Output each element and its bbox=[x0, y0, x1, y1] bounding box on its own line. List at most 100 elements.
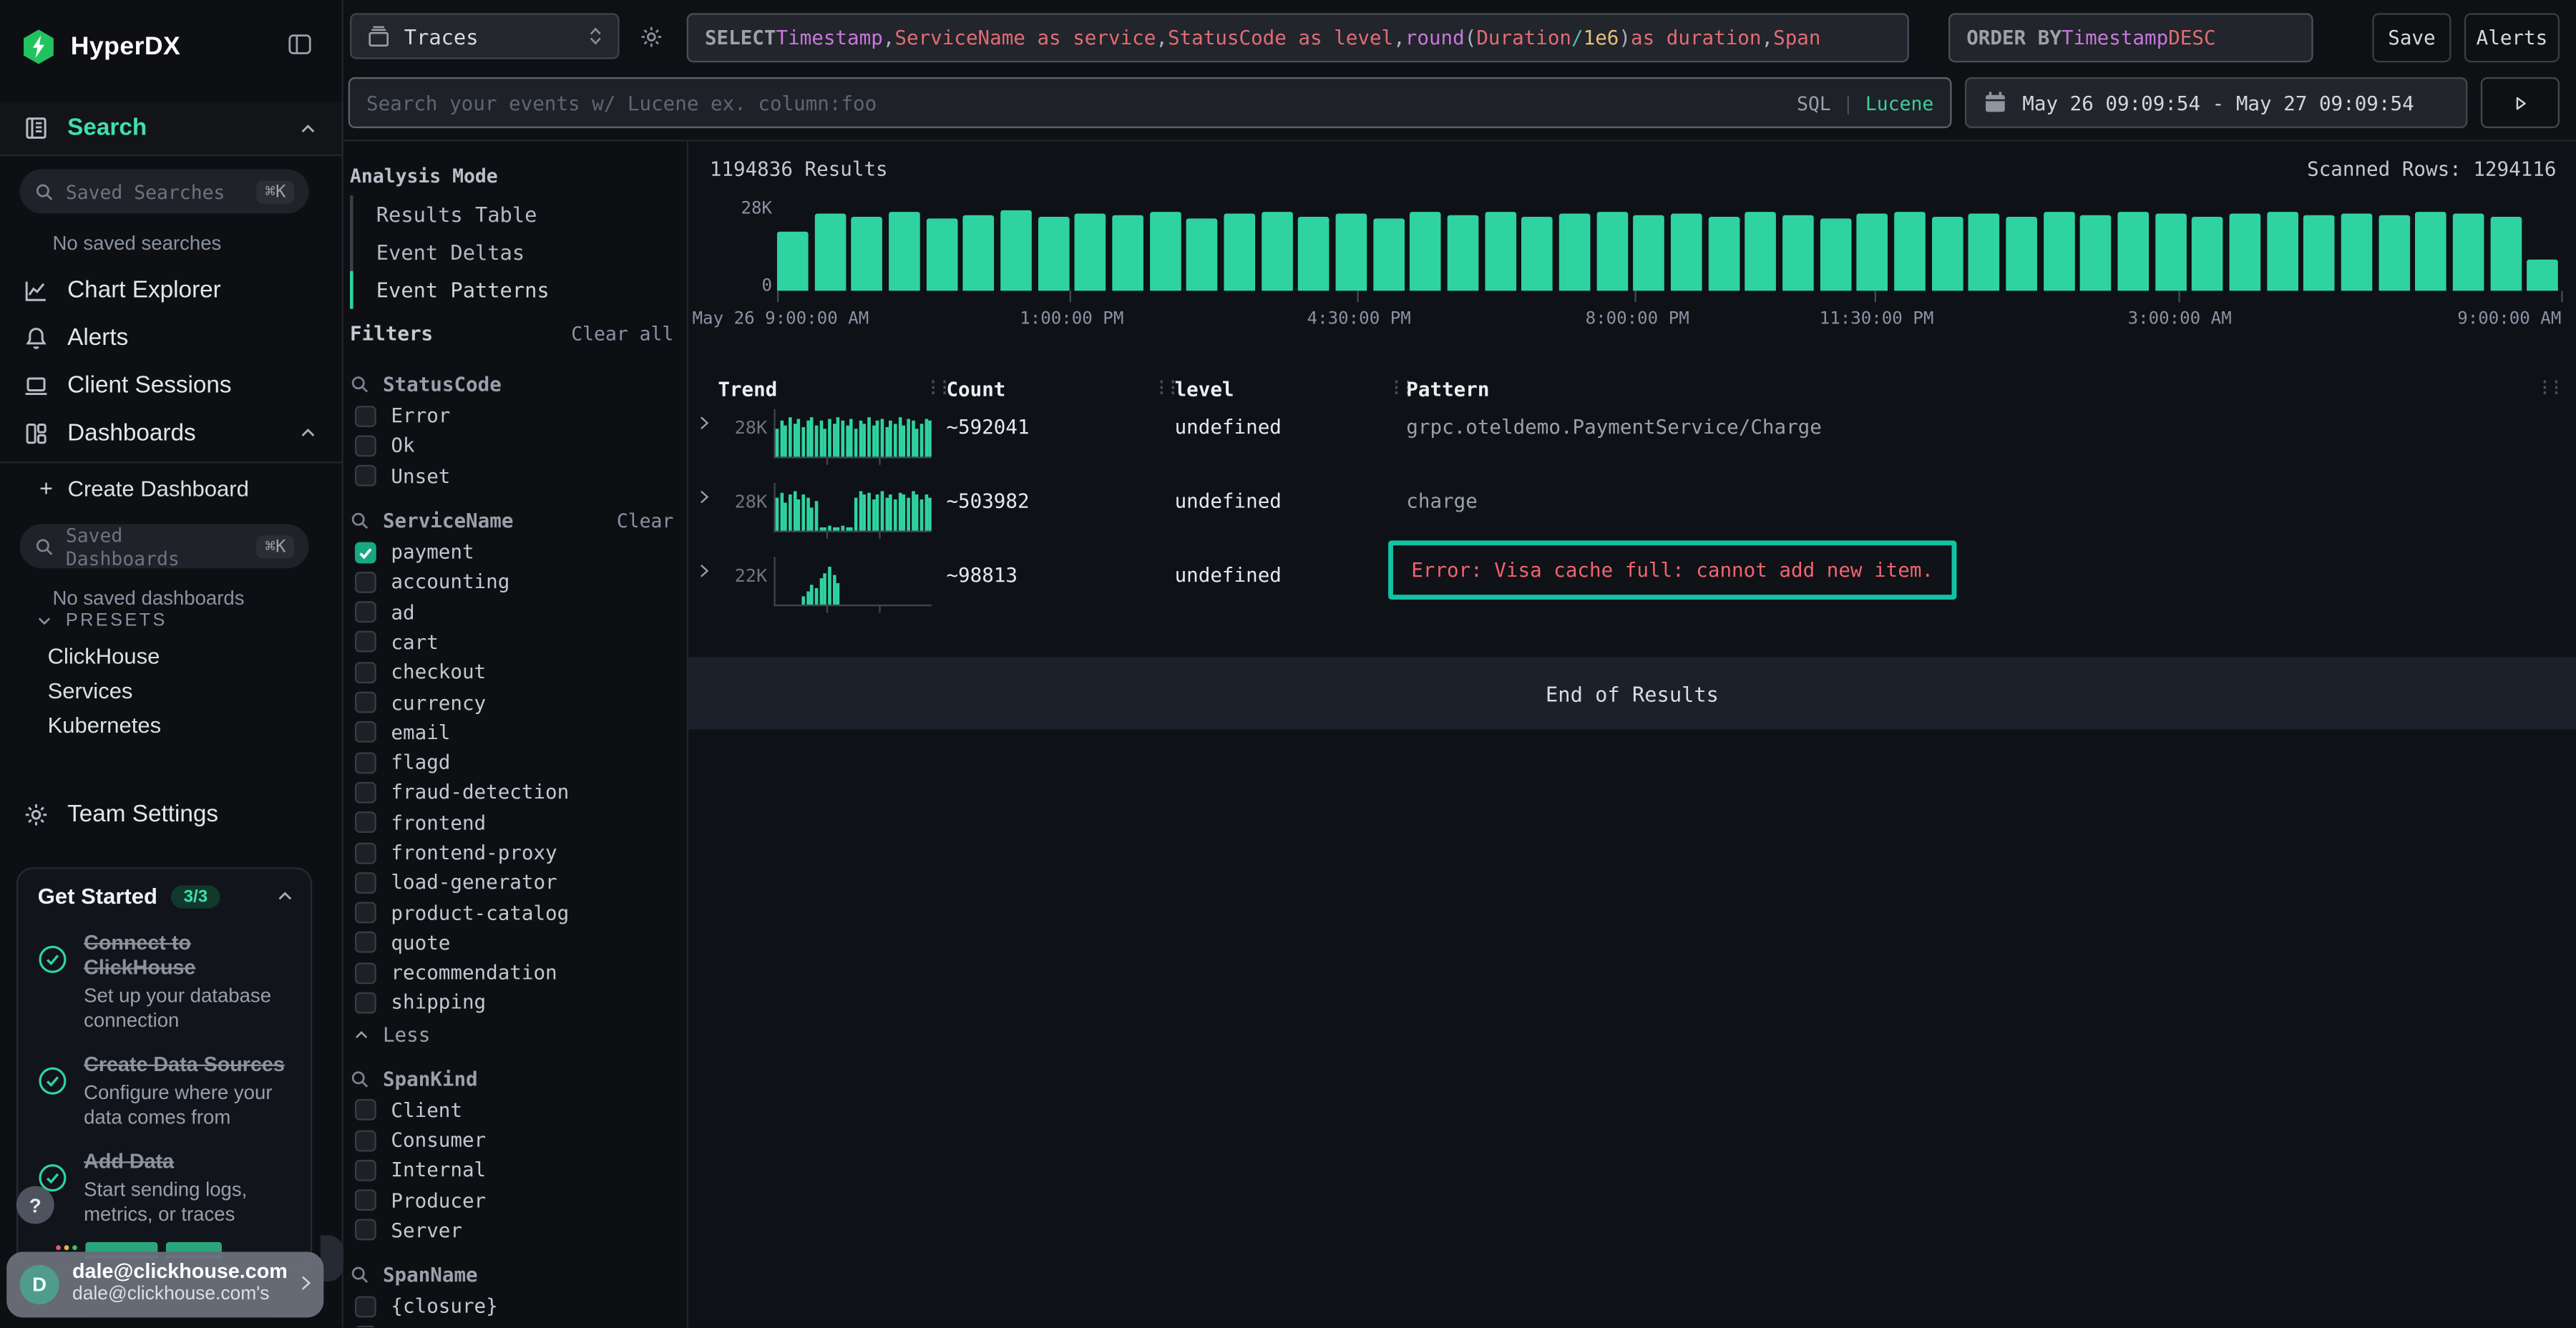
filter-group-header[interactable]: SpanKind bbox=[350, 1063, 677, 1095]
column-header-count[interactable]: Count bbox=[946, 378, 1005, 401]
filter-checkbox-flagd[interactable]: flagd bbox=[350, 748, 677, 778]
sidebar-item-team-settings[interactable]: Team Settings bbox=[0, 790, 343, 838]
filter-checkbox-recommendation[interactable]: recommendation bbox=[350, 958, 677, 988]
filter-checkbox-ok[interactable]: Ok bbox=[350, 431, 677, 461]
checkbox[interactable] bbox=[355, 932, 376, 954]
chevron-up-icon[interactable] bbox=[299, 424, 317, 441]
filter-checkbox-email[interactable]: email bbox=[350, 718, 677, 748]
checkbox[interactable] bbox=[355, 962, 376, 984]
checkbox[interactable] bbox=[355, 992, 376, 1014]
checkbox[interactable] bbox=[355, 782, 376, 804]
table-menu-icon[interactable]: ⋮⋮ bbox=[2537, 379, 2560, 397]
sidebar-item-services[interactable]: Services bbox=[48, 678, 133, 703]
help-button[interactable]: ? bbox=[16, 1186, 54, 1224]
checkbox[interactable] bbox=[355, 572, 376, 593]
filter-checkbox-accounting[interactable]: accounting bbox=[350, 567, 677, 597]
column-header-level[interactable]: level bbox=[1175, 378, 1234, 401]
sidebar-item-kubernetes[interactable]: Kubernetes bbox=[48, 713, 162, 737]
filter-checkbox-frontend-proxy[interactable]: frontend-proxy bbox=[350, 838, 677, 868]
sql-select-editor[interactable]: SELECT Timestamp, ServiceName as service… bbox=[687, 13, 1909, 62]
checkbox[interactable] bbox=[355, 752, 376, 773]
column-header-trend[interactable]: Trend bbox=[718, 378, 777, 401]
user-menu[interactable]: D dale@clickhouse.com dale@clickhouse.co… bbox=[6, 1251, 323, 1317]
alerts-button[interactable]: Alerts bbox=[2464, 13, 2560, 62]
order-by-editor[interactable]: ORDER BY Timestamp DESC bbox=[1948, 13, 2313, 62]
sidebar-item-alerts[interactable]: Alerts bbox=[0, 314, 343, 362]
checkbox[interactable] bbox=[355, 722, 376, 743]
checkbox[interactable] bbox=[355, 902, 376, 924]
sidebar-expand-handle[interactable] bbox=[321, 1236, 343, 1281]
checkbox[interactable] bbox=[355, 1160, 376, 1181]
sidebar-item-chart-explorer[interactable]: Chart Explorer bbox=[0, 266, 343, 314]
saved-dashboards-input[interactable]: Saved Dashboards ⌘K bbox=[20, 524, 309, 568]
get-started-item-create-data-sources[interactable]: Create Data SourcesConfigure where your … bbox=[18, 1040, 311, 1136]
checkbox[interactable] bbox=[355, 465, 376, 487]
run-query-button[interactable] bbox=[2481, 77, 2560, 128]
filter-checkbox-checkout[interactable]: checkout bbox=[350, 658, 677, 688]
checkbox[interactable] bbox=[355, 1190, 376, 1211]
analysis-mode-item-event-deltas[interactable]: Event Deltas bbox=[350, 233, 673, 271]
filter-checkbox-unset[interactable]: Unset bbox=[350, 461, 677, 491]
clear-all-filters-button[interactable]: Clear all bbox=[571, 322, 673, 345]
pattern-text[interactable]: charge bbox=[1406, 489, 1478, 512]
filter-checkbox-closure[interactable]: {closure} bbox=[350, 1292, 677, 1322]
sidebar-item-search[interactable]: Search bbox=[0, 102, 343, 154]
column-header-pattern[interactable]: Pattern bbox=[1406, 378, 1489, 401]
show-less-toggle[interactable]: Less bbox=[350, 1020, 677, 1049]
checkbox[interactable] bbox=[355, 842, 376, 864]
filter-checkbox-flagd-evaluation-v1-se[interactable]: /flagd.evaluation.v1.Se… bbox=[350, 1322, 677, 1327]
clear-filter-button[interactable]: Clear bbox=[617, 509, 673, 532]
filter-group-header[interactable]: SpanName bbox=[350, 1259, 677, 1292]
drag-handle-icon[interactable]: ⋮⋮ bbox=[1153, 379, 1176, 397]
checkbox[interactable] bbox=[355, 1326, 376, 1327]
checkbox[interactable] bbox=[355, 872, 376, 894]
search-input[interactable]: Search your events w/ Lucene ex. column:… bbox=[348, 77, 1952, 128]
sidebar-item-client-sessions[interactable]: Client Sessions bbox=[0, 361, 343, 409]
filter-group-header[interactable]: ServiceNameClear bbox=[350, 504, 677, 537]
filter-checkbox-cart[interactable]: cart bbox=[350, 628, 677, 658]
filter-group-header[interactable]: StatusCode bbox=[350, 368, 677, 401]
filter-checkbox-shipping[interactable]: shipping bbox=[350, 988, 677, 1018]
save-button[interactable]: Save bbox=[2372, 13, 2451, 62]
checkbox[interactable] bbox=[355, 692, 376, 713]
create-dashboard-button[interactable]: + Create Dashboard bbox=[39, 475, 249, 502]
filter-checkbox-client[interactable]: Client bbox=[350, 1095, 677, 1126]
filter-checkbox-quote[interactable]: quote bbox=[350, 928, 677, 958]
filter-checkbox-fraud-detection[interactable]: fraud-detection bbox=[350, 778, 677, 808]
filter-checkbox-producer[interactable]: Producer bbox=[350, 1186, 677, 1216]
checkbox[interactable] bbox=[355, 1220, 376, 1241]
drag-handle-icon[interactable]: ⋮⋮ bbox=[925, 379, 948, 397]
source-settings-gear-icon[interactable] bbox=[639, 24, 663, 49]
filter-checkbox-consumer[interactable]: Consumer bbox=[350, 1126, 677, 1156]
checkbox[interactable] bbox=[355, 662, 376, 683]
pattern-text[interactable]: grpc.oteldemo.PaymentService/Charge bbox=[1406, 416, 1822, 439]
filter-checkbox-internal[interactable]: Internal bbox=[350, 1156, 677, 1186]
presets-toggle[interactable]: PRESETS bbox=[36, 611, 167, 631]
sidebar-item-clickhouse[interactable]: ClickHouse bbox=[48, 644, 160, 668]
source-select[interactable]: Traces bbox=[350, 13, 620, 59]
checkbox[interactable] bbox=[355, 435, 376, 456]
checkbox[interactable] bbox=[355, 542, 376, 563]
get-started-item-connect-to-clickhouse[interactable]: Connect to ClickHouseSet up your databas… bbox=[18, 918, 311, 1040]
checkbox[interactable] bbox=[355, 1100, 376, 1121]
filter-checkbox-ad[interactable]: ad bbox=[350, 597, 677, 628]
filter-checkbox-product-catalog[interactable]: product-catalog bbox=[350, 898, 677, 928]
checkbox[interactable] bbox=[355, 632, 376, 653]
highlighted-error-pattern[interactable]: Error: Visa cache full: cannot add new i… bbox=[1388, 540, 1956, 600]
analysis-mode-item-results-table[interactable]: Results Table bbox=[350, 195, 673, 233]
chevron-up-icon[interactable] bbox=[276, 887, 294, 905]
get-started-item-add-data[interactable]: Add DataStart sending logs, metrics, or … bbox=[18, 1137, 311, 1234]
filter-checkbox-currency[interactable]: currency bbox=[350, 688, 677, 718]
date-range-picker[interactable]: May 26 09:09:54 - May 27 09:09:54 bbox=[1965, 77, 2468, 128]
chevron-up-icon[interactable] bbox=[299, 119, 317, 137]
checkbox[interactable] bbox=[355, 1130, 376, 1151]
analysis-mode-item-event-patterns[interactable]: Event Patterns bbox=[350, 271, 673, 309]
app-logo[interactable]: HyperDX bbox=[21, 28, 180, 66]
saved-searches-input[interactable]: Saved Searches ⌘K bbox=[20, 169, 309, 213]
filter-checkbox-error[interactable]: Error bbox=[350, 401, 677, 431]
sidebar-item-dashboards[interactable]: Dashboards bbox=[0, 409, 343, 457]
filter-checkbox-payment[interactable]: payment bbox=[350, 537, 677, 567]
checkbox[interactable] bbox=[355, 602, 376, 623]
checkbox[interactable] bbox=[355, 405, 376, 426]
filter-checkbox-load-generator[interactable]: load-generator bbox=[350, 868, 677, 898]
